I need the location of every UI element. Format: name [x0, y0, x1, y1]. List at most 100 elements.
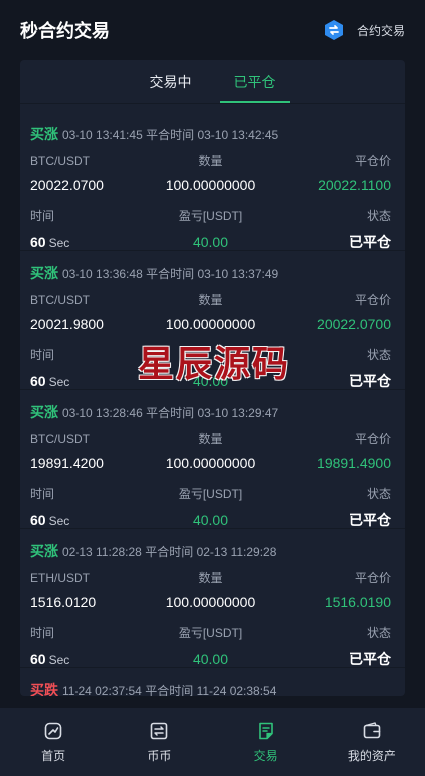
open-time: 03-10 13:41:45: [62, 128, 143, 142]
close-time: 03-10 13:37:49: [197, 267, 279, 281]
status-badge: 已平仓: [349, 512, 391, 528]
side-badge: 买涨: [30, 265, 58, 281]
duration: 60: [30, 234, 46, 250]
order-header: 买涨 03-10 13:36:48 平合时间 03-10 13:37:49: [30, 263, 391, 283]
open-time: 03-10 13:36:48: [62, 267, 143, 281]
app-header: 秒合约交易 合约交易: [0, 0, 425, 60]
close-time-label: 平合时间: [146, 128, 195, 142]
label-row: 时间 状态: [30, 346, 391, 363]
close-price: 19891.4900: [317, 455, 391, 471]
close-price: 20022.0700: [317, 316, 391, 332]
time-label: 时间: [30, 626, 55, 640]
close-price-label: 平仓价: [354, 293, 391, 307]
qty-label: 数量: [198, 154, 223, 168]
value-row: 60 Sec 40.00 已平仓: [30, 371, 391, 391]
order-card[interactable]: 买涨 03-10 13:41:45 平合时间 03-10 13:42:45 BT…: [20, 112, 405, 251]
order-header: 买涨 02-13 11:28:28 平合时间 02-13 11:29:28: [30, 541, 391, 561]
bottom-nav: 首页 币币 交易 我的资产: [0, 708, 425, 776]
label-row: 时间 盈亏[USDT] 状态: [30, 624, 391, 641]
quantity: 100.00000000: [165, 594, 256, 610]
value-row: 60 Sec 40.00 已平仓: [30, 510, 391, 530]
tab-trading[interactable]: 交易中: [136, 60, 206, 103]
side-badge: 买涨: [30, 126, 58, 142]
quantity: 100.00000000: [165, 316, 256, 332]
page-title: 秒合约交易: [20, 21, 110, 41]
status-badge: 已平仓: [349, 234, 391, 250]
time-label: 时间: [30, 487, 55, 501]
order-card[interactable]: 买涨 03-10 13:36:48 平合时间 03-10 13:37:49 BT…: [20, 251, 405, 390]
qty-label: 数量: [198, 432, 223, 446]
pair-label: ETH/USDT: [30, 570, 90, 585]
nav-assets-label: 我的资产: [347, 748, 396, 763]
contract-icon: [324, 20, 343, 40]
duration-unit: Sec: [48, 653, 70, 667]
order-card[interactable]: 买跌 11-24 02:37:54 平合时间 11-24 02:38:54: [20, 668, 405, 696]
open-price: 20021.9800: [30, 316, 104, 332]
pair-label: BTC/USDT: [30, 431, 90, 446]
nav-home[interactable]: 首页: [0, 708, 106, 776]
side-badge: 买涨: [30, 404, 58, 420]
nav-exchange[interactable]: 币币: [106, 708, 212, 776]
status-badge: 已平仓: [349, 651, 391, 667]
value-row: 20021.9800 100.00000000 20022.0700: [30, 316, 391, 332]
nav-assets[interactable]: 我的资产: [319, 708, 425, 776]
order-header: 买跌 11-24 02:37:54 平合时间 11-24 02:38:54: [30, 680, 391, 696]
contract-trade-link[interactable]: 合约交易: [323, 19, 405, 41]
pnl-value: 40.00: [192, 373, 229, 389]
open-time: 11-24 02:37:54: [62, 684, 142, 696]
duration: 60: [30, 651, 46, 667]
side-badge: 买涨: [30, 543, 58, 559]
close-time: 11-24 02:38:54: [196, 684, 277, 696]
duration-unit: Sec: [48, 514, 70, 528]
order-header: 买涨 03-10 13:41:45 平合时间 03-10 13:42:45: [30, 124, 391, 144]
close-time-label: 平合时间: [145, 684, 194, 696]
time-label: 时间: [30, 209, 55, 223]
close-time: 03-10 13:29:47: [197, 406, 279, 420]
value-row: 60 Sec 40.00 已平仓: [30, 649, 391, 669]
label-row: BTC/USDT 数量 平仓价: [30, 291, 391, 308]
status-label: 状态: [366, 209, 391, 223]
order-list[interactable]: 买涨 03-10 13:41:45 平合时间 03-10 13:42:45 BT…: [20, 104, 405, 696]
pair-label: BTC/USDT: [30, 153, 90, 168]
order-card[interactable]: 买涨 02-13 11:28:28 平合时间 02-13 11:29:28 ET…: [20, 529, 405, 668]
wallet-icon: [363, 721, 381, 738]
home-icon: [44, 722, 62, 739]
value-row: 60 Sec 40.00 已平仓: [30, 232, 391, 252]
close-time-label: 平合时间: [145, 545, 194, 559]
close-price: 20022.1100: [318, 177, 391, 193]
close-time: 02-13 11:29:28: [196, 545, 277, 559]
status-label: 状态: [366, 348, 391, 362]
tab-closed[interactable]: 已平仓: [219, 60, 290, 103]
pnl-label: 盈亏[USDT]: [178, 487, 243, 501]
pnl-value: 40.00: [192, 234, 229, 250]
order-card[interactable]: 买涨 03-10 13:28:46 平合时间 03-10 13:29:47 BT…: [20, 390, 405, 529]
pnl-value: 40.00: [192, 512, 229, 528]
close-time-label: 平合时间: [146, 267, 195, 281]
orders-panel: 交易中 已平仓 买涨 03-10 13:41:45 平合时间 03-10 13:…: [20, 60, 405, 696]
duration: 60: [30, 373, 46, 389]
nav-home-label: 首页: [41, 748, 66, 763]
trade-icon: [258, 722, 273, 739]
status-label: 状态: [366, 487, 391, 501]
pnl-label: 盈亏[USDT]: [178, 626, 243, 640]
side-badge: 买跌: [30, 682, 58, 696]
label-row: 时间 盈亏[USDT] 状态: [30, 207, 391, 224]
open-price: 20022.0700: [30, 177, 104, 193]
contract-trade-label: 合约交易: [356, 23, 405, 38]
time-label: 时间: [30, 348, 55, 362]
open-time: 03-10 13:28:46: [62, 406, 143, 420]
close-price-label: 平仓价: [354, 432, 391, 446]
nav-trade-label: 交易: [253, 748, 278, 763]
duration-unit: Sec: [48, 236, 70, 250]
close-time-label: 平合时间: [146, 406, 195, 420]
pair-label: BTC/USDT: [30, 292, 90, 307]
label-row: ETH/USDT 数量 平仓价: [30, 569, 391, 586]
close-price-label: 平仓价: [354, 571, 391, 585]
qty-label: 数量: [198, 293, 223, 307]
nav-exchange-label: 币币: [147, 748, 172, 763]
pnl-value: 40.00: [192, 651, 229, 667]
exchange-icon: [151, 722, 168, 739]
open-price: 1516.0120: [30, 594, 97, 610]
nav-trade[interactable]: 交易: [213, 708, 319, 776]
value-row: 20022.0700 100.00000000 20022.1100: [30, 177, 391, 193]
